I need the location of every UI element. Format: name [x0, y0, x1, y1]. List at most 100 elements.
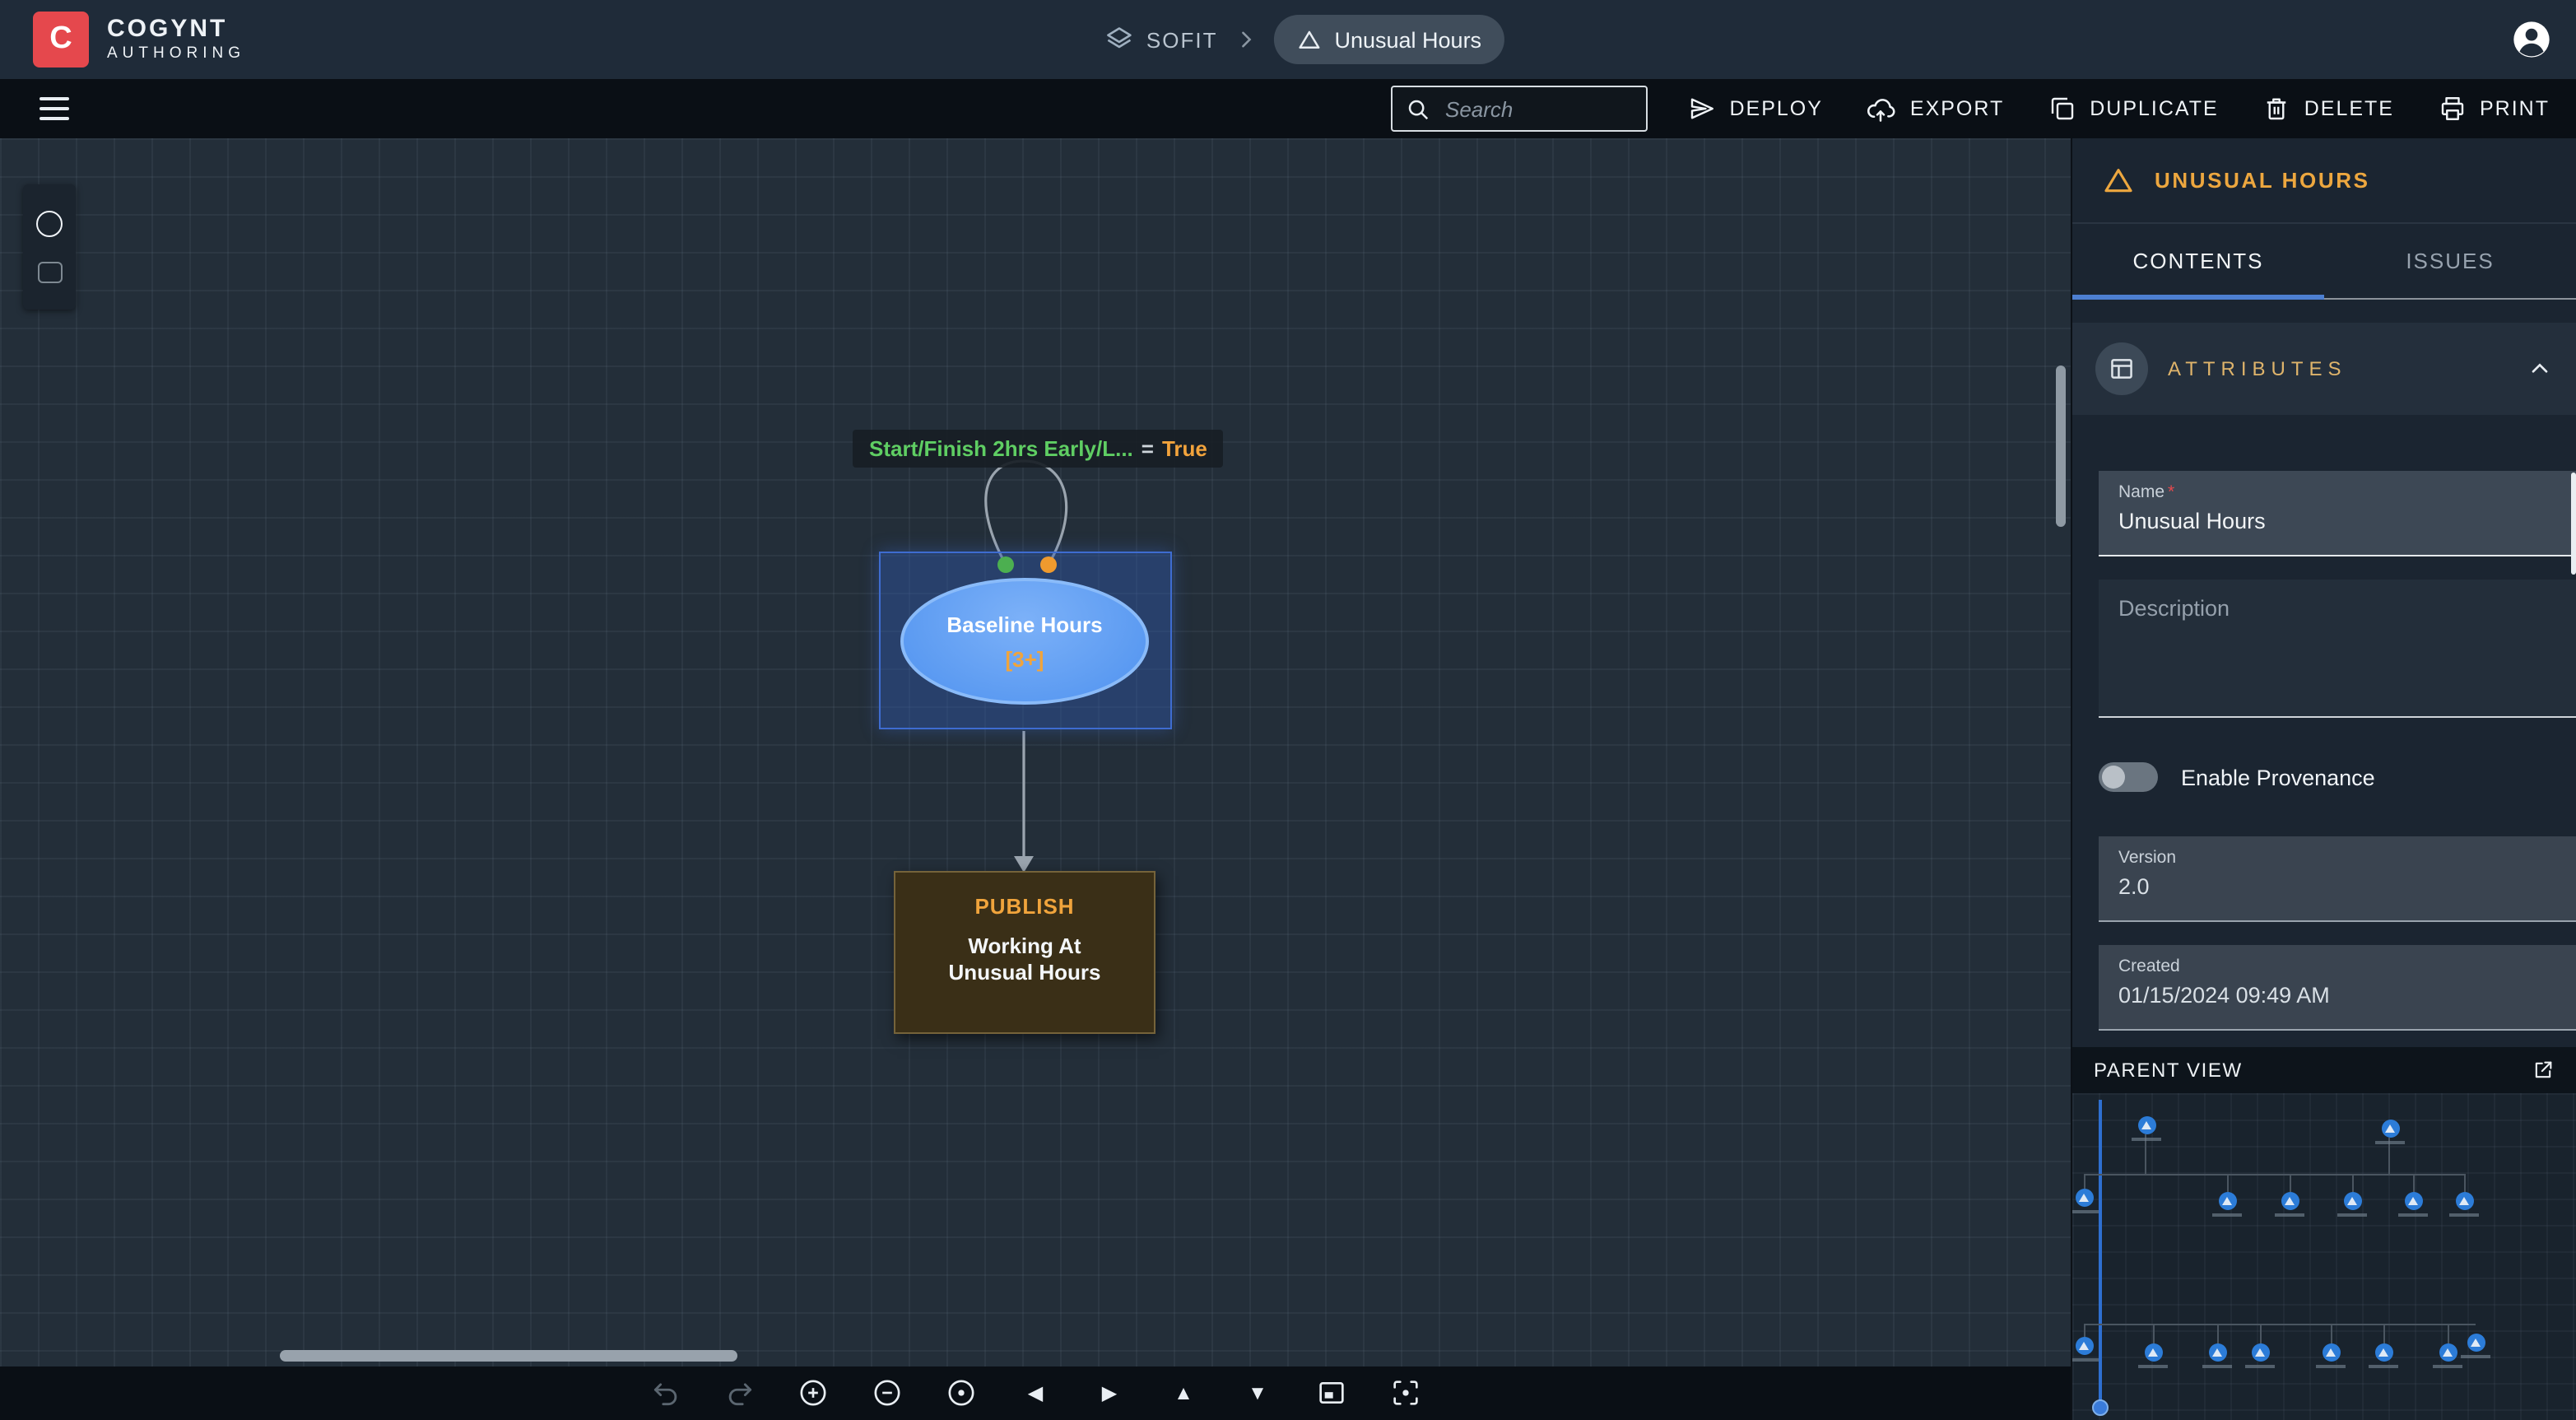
- print-label: PRINT: [2480, 97, 2550, 120]
- attributes-title: ATTRIBUTES: [2168, 357, 2347, 380]
- breadcrumb-parent-label: SOFIT: [1146, 27, 1218, 52]
- toggle-knob: [2102, 766, 2125, 789]
- panel-header: UNUSUAL HOURS: [2072, 138, 2576, 224]
- selected-node-container[interactable]: Baseline Hours [3+]: [879, 552, 1172, 729]
- panel-tabs: CONTENTS ISSUES: [2072, 224, 2576, 300]
- chevron-right-icon: [1234, 28, 1257, 51]
- version-label: Version: [2118, 848, 2556, 868]
- provenance-toggle-row: Enable Provenance: [2099, 751, 2550, 803]
- search-box[interactable]: [1391, 86, 1648, 132]
- breadcrumb-parent[interactable]: SOFIT: [1104, 25, 1218, 54]
- deploy-label: DEPLOY: [1729, 97, 1822, 120]
- name-label: Name*: [2118, 482, 2556, 502]
- diagram-canvas[interactable]: Start/Finish 2hrs Early/L... = True Base…: [0, 138, 2071, 1420]
- pan-down-button[interactable]: ▼: [1240, 1376, 1275, 1410]
- circle-shape-tool[interactable]: [36, 210, 63, 236]
- version-field: Version 2.0: [2099, 836, 2576, 922]
- collapse-chevron-icon[interactable]: [2527, 356, 2553, 382]
- logo-letter: C: [49, 21, 72, 58]
- export-label: EXPORT: [1910, 97, 2004, 120]
- description-placeholder: Description: [2118, 596, 2556, 621]
- parent-view-minimap[interactable]: [2072, 1093, 2576, 1420]
- mini-node: [2207, 1192, 2247, 1217]
- rectangle-shape-tool[interactable]: [37, 263, 62, 284]
- delete-button[interactable]: DELETE: [2262, 94, 2394, 123]
- attributes-section-header[interactable]: ATTRIBUTES: [2072, 323, 2576, 415]
- duplicate-button[interactable]: DUPLICATE: [2047, 94, 2218, 123]
- provenance-label: Enable Provenance: [2181, 765, 2375, 789]
- mini-node: [2393, 1192, 2433, 1217]
- reset-zoom-button[interactable]: [944, 1376, 979, 1410]
- tab-contents[interactable]: CONTENTS: [2072, 224, 2324, 298]
- pattern-triangle-icon: [1296, 27, 1321, 52]
- action-buttons: DEPLOY EXPORT DUPLICATE DELETE PRINT: [1686, 79, 2550, 138]
- tab-issues[interactable]: ISSUES: [2324, 224, 2576, 298]
- name-field[interactable]: Name* Unusual Hours: [2099, 471, 2576, 556]
- pan-up-button[interactable]: ▲: [1166, 1376, 1201, 1410]
- redo-button[interactable]: [722, 1376, 756, 1410]
- orange-port-dot[interactable]: [1040, 556, 1057, 573]
- cloud-export-icon: [1866, 93, 1897, 124]
- hamburger-menu-icon[interactable]: [40, 97, 69, 120]
- export-button[interactable]: EXPORT: [1866, 93, 2004, 124]
- undo-button[interactable]: [648, 1376, 682, 1410]
- layers-icon: [1104, 25, 1133, 54]
- publish-name: Working At Unusual Hours: [934, 933, 1115, 987]
- breadcrumb-current-chip[interactable]: Unusual Hours: [1273, 15, 1504, 64]
- parent-view-title: PARENT VIEW: [2094, 1059, 2243, 1082]
- pan-left-button[interactable]: ◀: [1018, 1376, 1053, 1410]
- mini-node: [2370, 1120, 2410, 1144]
- mini-node: [2364, 1343, 2403, 1368]
- edge-value-text: True: [1162, 436, 1207, 461]
- edge-condition-label[interactable]: Start/Finish 2hrs Early/L... = True: [853, 430, 1224, 468]
- user-avatar-icon[interactable]: [2510, 18, 2553, 61]
- baseline-hours-node[interactable]: Baseline Hours [3+]: [900, 578, 1149, 705]
- mini-node: [2072, 1337, 2104, 1362]
- send-icon: [1686, 94, 1716, 123]
- mini-node: [2197, 1343, 2237, 1368]
- pan-right-button[interactable]: ▶: [1092, 1376, 1127, 1410]
- pattern-triangle-icon: [2102, 164, 2135, 197]
- horizontal-scrollbar[interactable]: [280, 1350, 737, 1362]
- attributes-icon: [2095, 342, 2148, 395]
- print-button[interactable]: PRINT: [2437, 94, 2550, 123]
- vertical-scrollbar[interactable]: [2056, 365, 2066, 527]
- shape-tool-panel: [23, 184, 76, 310]
- app-window: C COGYNT AUTHORING SOFIT Unusual Hours: [0, 0, 2576, 1420]
- delete-label: DELETE: [2304, 97, 2394, 120]
- publish-node[interactable]: PUBLISH Working At Unusual Hours: [894, 871, 1155, 1034]
- description-field[interactable]: Description: [2099, 580, 2576, 718]
- name-value: Unusual Hours: [2118, 509, 2556, 533]
- duplicate-label: DUPLICATE: [2090, 97, 2218, 120]
- zoom-out-button[interactable]: [870, 1376, 904, 1410]
- breadcrumb-current-label: Unusual Hours: [1334, 27, 1481, 52]
- enable-provenance-toggle[interactable]: [2099, 762, 2158, 792]
- minimap-selected-dot: [2092, 1399, 2109, 1415]
- deploy-button[interactable]: DEPLOY: [1686, 94, 1822, 123]
- search-input[interactable]: [1442, 95, 1623, 123]
- app-title: COGYNT AUTHORING: [107, 16, 245, 63]
- node-count-badge: [3+]: [1006, 646, 1044, 671]
- app-title-line2: AUTHORING: [107, 45, 245, 63]
- canvas-toolbar: ◀ ▶ ▲ ▼: [0, 1366, 2071, 1420]
- mini-node: [2311, 1343, 2350, 1368]
- trash-icon: [2262, 94, 2291, 123]
- printer-icon: [2437, 94, 2467, 123]
- mini-node: [2127, 1116, 2166, 1141]
- created-label: Created: [2118, 957, 2556, 976]
- panel-scrollbar[interactable]: [2571, 473, 2576, 575]
- panel-title: UNUSUAL HOURS: [2155, 168, 2370, 193]
- focus-selection-button[interactable]: [1388, 1376, 1423, 1410]
- green-port-dot[interactable]: [997, 556, 1014, 573]
- open-in-new-icon[interactable]: [2532, 1059, 2555, 1082]
- edges-layer: [0, 138, 2071, 1420]
- action-toolbar: DEPLOY EXPORT DUPLICATE DELETE PRINT: [0, 79, 2576, 138]
- zoom-in-button[interactable]: [796, 1376, 830, 1410]
- required-asterisk: *: [2168, 482, 2174, 502]
- fit-view-button[interactable]: [1314, 1376, 1349, 1410]
- copy-icon: [2047, 94, 2076, 123]
- cogynt-logo[interactable]: C: [33, 12, 89, 68]
- mini-node: [2072, 1189, 2104, 1213]
- breadcrumb: SOFIT Unusual Hours: [1104, 0, 1504, 79]
- tab-contents-label: CONTENTS: [2133, 249, 2264, 273]
